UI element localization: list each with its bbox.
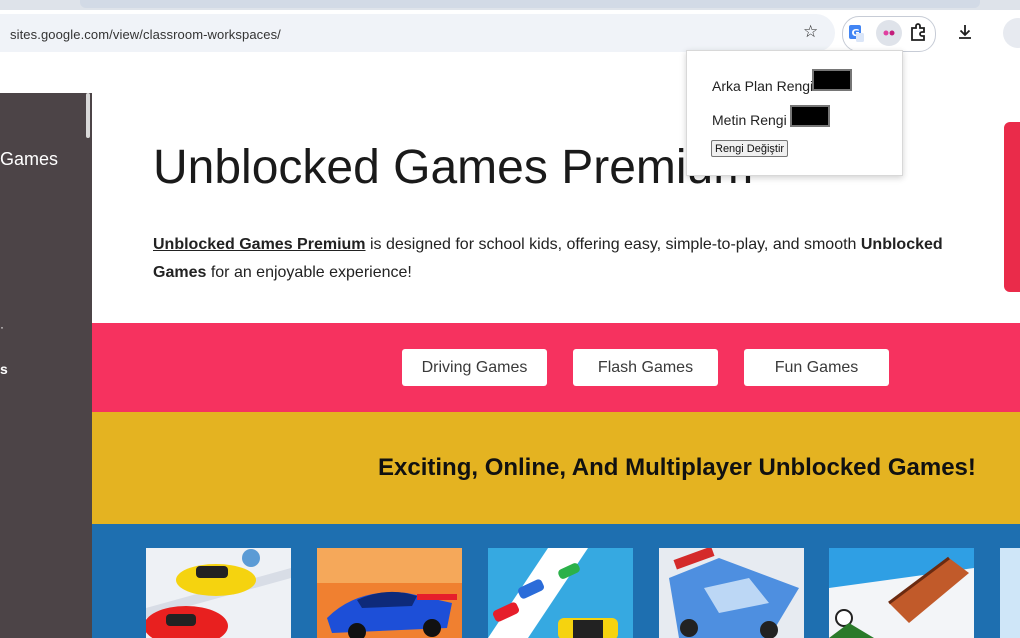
- page-title: Unblocked Games Premium: [153, 141, 754, 194]
- description-link[interactable]: Unblocked Games Premium: [153, 236, 366, 253]
- game-thumbnail[interactable]: [317, 548, 462, 638]
- download-icon[interactable]: [955, 22, 975, 42]
- sidebar-item-partial[interactable]: ·: [0, 320, 4, 334]
- category-button-flash[interactable]: Flash Games: [573, 349, 718, 386]
- change-color-button[interactable]: Rengi Değiştir: [711, 140, 789, 157]
- page-description: Unblocked Games Premium is designed for …: [153, 231, 963, 287]
- game-thumbnail-partial[interactable]: [1000, 548, 1020, 638]
- description-text: is designed for school kids, offering ea…: [365, 236, 861, 253]
- background-color-picker[interactable]: [812, 69, 852, 91]
- background-color-label: Arka Plan Rengi: [712, 78, 814, 94]
- game-thumbnail[interactable]: [488, 548, 633, 638]
- sidebar-scrollbar[interactable]: [86, 93, 90, 138]
- heading-band: Exciting, Online, And Multiplayer Unbloc…: [92, 412, 1020, 524]
- profile-avatar[interactable]: [1003, 18, 1020, 48]
- text-color-picker[interactable]: [790, 105, 830, 127]
- color-changer-popup: Arka Plan Rengi Metin Rengi Rengi Değişt…: [686, 50, 903, 176]
- tab-strip: [0, 0, 1020, 10]
- game-thumbnail[interactable]: [146, 548, 291, 638]
- sidebar-item-games[interactable]: Games: [0, 149, 58, 170]
- sidebar-item-partial-active[interactable]: s: [0, 361, 8, 377]
- active-tab[interactable]: [80, 0, 980, 8]
- star-icon[interactable]: ☆: [803, 22, 818, 42]
- category-button-driving[interactable]: Driving Games: [402, 349, 547, 386]
- side-widget-tab[interactable]: [1004, 122, 1020, 292]
- description-text-end: for an enjoyable experience!: [206, 264, 412, 281]
- section-heading: Exciting, Online, And Multiplayer Unbloc…: [378, 454, 976, 481]
- game-thumbnail[interactable]: [829, 548, 974, 638]
- category-button-fun[interactable]: Fun Games: [744, 349, 889, 386]
- sidebar: [0, 93, 92, 638]
- game-thumbnail[interactable]: [659, 548, 804, 638]
- translate-extension-icon[interactable]: G: [848, 24, 864, 42]
- text-color-label: Metin Rengi: [712, 112, 787, 128]
- url-text[interactable]: sites.google.com/view/classroom-workspac…: [10, 27, 281, 42]
- color-extension-icon[interactable]: [876, 20, 902, 46]
- extensions-puzzle-icon[interactable]: [908, 22, 928, 42]
